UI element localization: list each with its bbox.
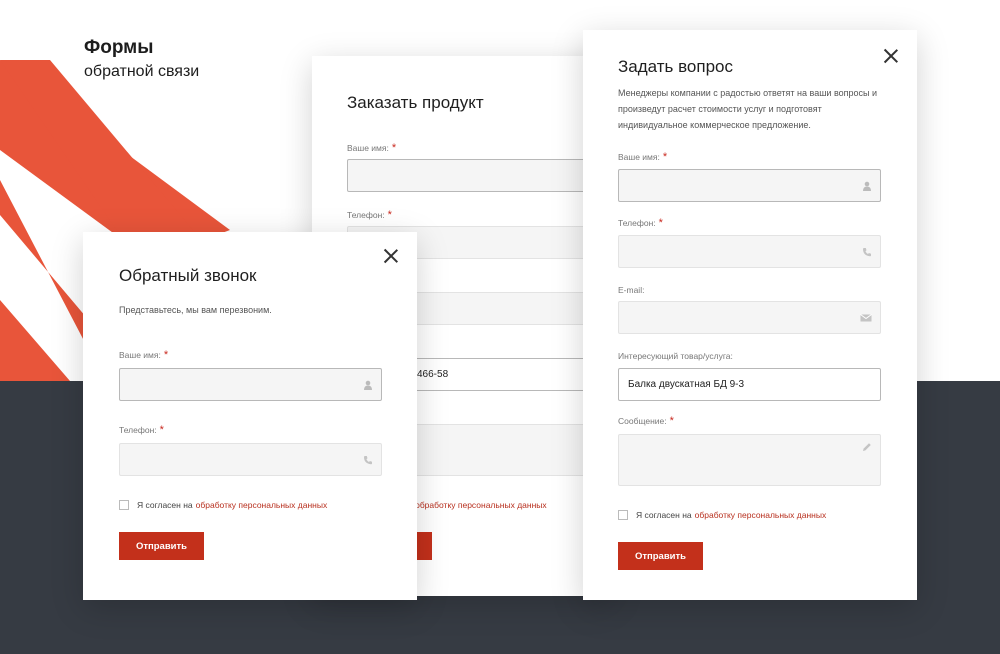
callback-name-label: Ваше имя: * xyxy=(119,349,169,361)
user-icon xyxy=(364,380,372,390)
order-name-label: Ваше имя: * xyxy=(347,142,397,154)
phone-icon xyxy=(364,455,372,464)
question-phone-label: Телефон: * xyxy=(618,217,663,229)
question-description: Менеджеры компании с радостью ответят на… xyxy=(618,88,878,130)
question-agree: Я согласен на обработку персональных дан… xyxy=(618,510,826,520)
question-email-input[interactable] xyxy=(618,301,881,334)
callback-phone-label: Телефон: * xyxy=(119,424,164,436)
callback-name-input[interactable] xyxy=(119,368,382,401)
close-icon[interactable] xyxy=(384,249,398,263)
question-submit-button[interactable]: Отправить xyxy=(618,542,703,570)
callback-agree-text: Я согласен на xyxy=(137,500,193,510)
pencil-icon xyxy=(863,443,871,451)
user-icon xyxy=(863,181,871,191)
phone-icon xyxy=(863,247,871,256)
question-email-label: E-mail: xyxy=(618,285,645,295)
page-subtitle: обратной связи xyxy=(84,63,200,80)
order-phone-label: Телефон: * xyxy=(347,209,392,221)
close-icon[interactable] xyxy=(884,49,898,63)
question-message-label: Сообщение: * xyxy=(618,415,674,427)
question-product-label: Интересующий товар/услуга: xyxy=(618,351,733,361)
page-heading: Формы обратной связи xyxy=(84,36,199,84)
question-agree-text: Я согласен на xyxy=(636,510,692,520)
question-agree-checkbox[interactable] xyxy=(618,510,628,520)
question-message-input[interactable] xyxy=(618,434,881,486)
question-privacy-link[interactable]: обработку персональных данных xyxy=(695,510,827,520)
callback-agree: Я согласен на обработку персональных дан… xyxy=(119,500,327,510)
question-name-input[interactable] xyxy=(618,169,881,202)
mail-icon xyxy=(860,313,872,321)
question-modal: Задать вопрос Менеджеры компании с радос… xyxy=(583,30,917,600)
question-modal-title: Задать вопрос xyxy=(618,57,733,76)
order-agree: а обработку персональных данных xyxy=(408,500,547,510)
callback-agree-checkbox[interactable] xyxy=(119,500,129,510)
question-name-label: Ваше имя: * xyxy=(618,151,668,163)
callback-phone-input[interactable] xyxy=(119,443,382,476)
callback-modal-title: Обратный звонок xyxy=(119,266,257,285)
callback-modal: Обратный звонок Представьтесь, мы вам пе… xyxy=(83,232,417,600)
callback-privacy-link[interactable]: обработку персональных данных xyxy=(196,500,328,510)
question-product-input[interactable]: Балка двускатная БД 9-3 xyxy=(618,368,881,401)
callback-submit-button[interactable]: Отправить xyxy=(119,532,204,560)
page-title: Формы xyxy=(84,37,154,58)
callback-description: Представьтесь, мы вам перезвоним. xyxy=(119,305,272,315)
order-modal-title: Заказать продукт xyxy=(347,93,484,112)
question-phone-input[interactable] xyxy=(618,235,881,268)
